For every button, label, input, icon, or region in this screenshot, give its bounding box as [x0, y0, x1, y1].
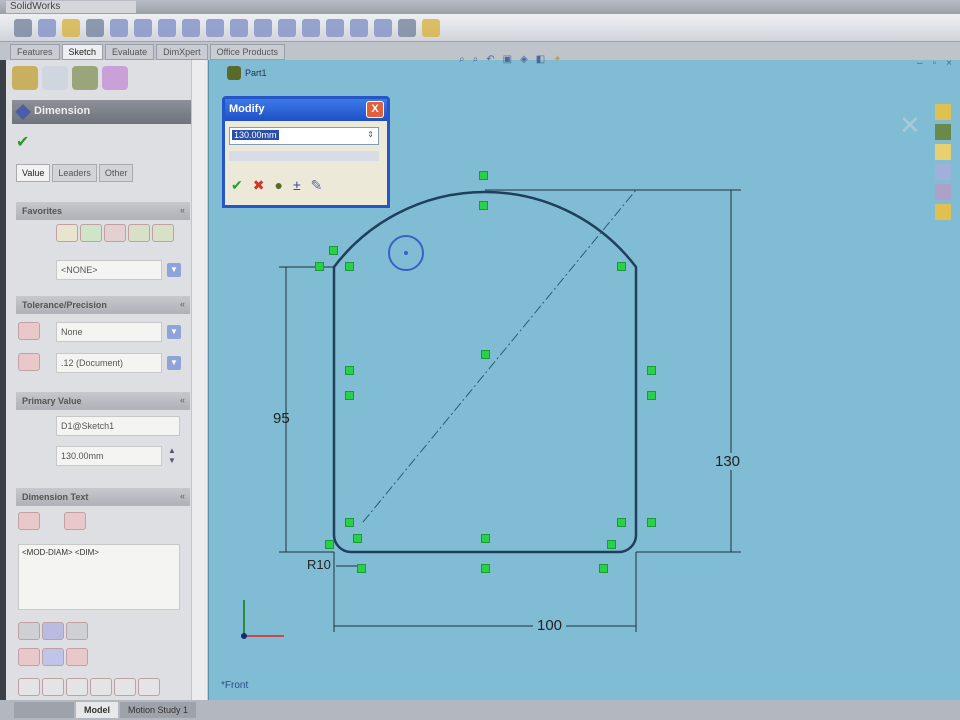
relation-marker[interactable]	[647, 366, 656, 375]
thumbwheel[interactable]	[229, 151, 379, 161]
relation-marker[interactable]	[345, 262, 354, 271]
tab-scroll[interactable]	[14, 702, 74, 718]
reset-spin-icon[interactable]: ±	[293, 177, 301, 194]
dimension-lines	[279, 189, 741, 632]
modify-dialog: Modify X 130.00mm ⇕ ✔ ✖ ● ± ✎	[222, 96, 390, 208]
dimension-95[interactable]: 95	[273, 410, 290, 427]
relation-marker[interactable]	[353, 534, 362, 543]
axis-triad	[241, 600, 284, 639]
relation-marker[interactable]	[357, 564, 366, 573]
relation-marker[interactable]	[345, 391, 354, 400]
relation-marker[interactable]	[479, 201, 488, 210]
ok-icon[interactable]: ✔	[231, 177, 243, 194]
mark-for-drawing-icon[interactable]: ✎	[311, 177, 323, 194]
relation-marker[interactable]	[599, 564, 608, 573]
relation-marker[interactable]	[481, 534, 490, 543]
relation-marker[interactable]	[617, 518, 626, 527]
spin-arrows-icon[interactable]: ⇕	[365, 130, 376, 139]
relation-marker[interactable]	[647, 518, 656, 527]
bottom-tabs: Model Motion Study 1	[0, 700, 960, 720]
relation-marker[interactable]	[647, 391, 656, 400]
close-button[interactable]: X	[366, 101, 384, 118]
relation-marker[interactable]	[481, 350, 490, 359]
dimension-130[interactable]: 130	[715, 453, 741, 470]
modify-value: 130.00mm	[232, 130, 279, 140]
construction-diagonal	[362, 189, 637, 523]
relation-marker[interactable]	[325, 540, 334, 549]
relation-marker[interactable]	[345, 366, 354, 375]
relation-marker[interactable]	[345, 518, 354, 527]
sketch-canvas	[241, 189, 741, 639]
relation-marker[interactable]	[329, 246, 338, 255]
rebuild-icon[interactable]: ●	[274, 177, 282, 194]
relation-marker[interactable]	[617, 262, 626, 271]
modify-actions: ✔ ✖ ● ± ✎	[231, 177, 322, 194]
modify-title-bar[interactable]: Modify X	[225, 99, 387, 121]
modify-title: Modify	[229, 103, 265, 115]
dimension-100[interactable]: 100	[533, 617, 567, 634]
view-label: *Front	[221, 680, 249, 691]
sketch-profile	[332, 190, 638, 554]
tab-motion-study[interactable]: Motion Study 1	[120, 702, 197, 718]
relation-marker[interactable]	[481, 564, 490, 573]
relation-marker[interactable]	[315, 262, 324, 271]
modify-value-input[interactable]: 130.00mm ⇕	[229, 127, 379, 145]
tab-model[interactable]: Model	[76, 702, 118, 718]
relation-marker[interactable]	[479, 171, 488, 180]
dimension-r10[interactable]: R10	[307, 557, 331, 572]
relation-marker[interactable]	[607, 540, 616, 549]
cancel-icon[interactable]: ✖	[253, 177, 265, 194]
